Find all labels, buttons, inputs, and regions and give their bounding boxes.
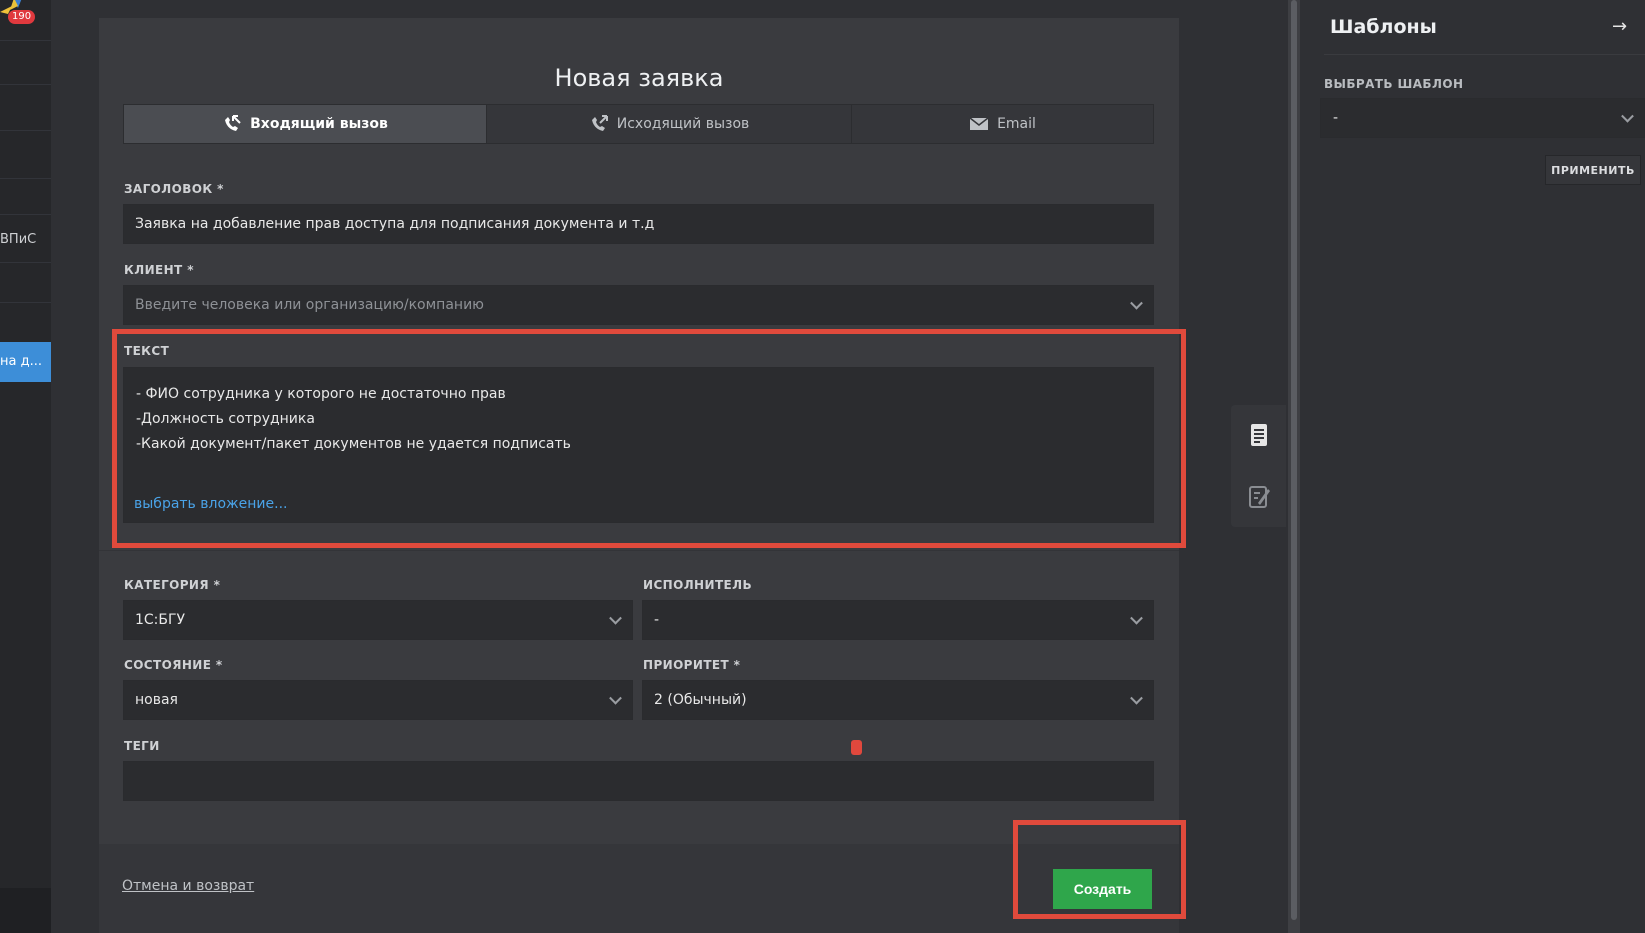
- title-field-label: ЗАГОЛОВОК *: [124, 182, 224, 196]
- highlight-box-text: [112, 329, 1186, 548]
- app-logo[interactable]: 190: [0, 0, 38, 30]
- title-input-value: Заявка на добавление прав доступа для по…: [135, 216, 655, 232]
- state-value: новая: [135, 692, 178, 708]
- scrollbar-thumb[interactable]: [1291, 0, 1297, 920]
- divider: [0, 262, 51, 263]
- page-title: Новая заявка: [554, 64, 724, 92]
- chevron-down-icon: [1130, 296, 1143, 310]
- notification-badge: 190: [8, 10, 36, 24]
- category-field-label: КАТЕГОРИЯ *: [124, 578, 221, 592]
- cancel-link[interactable]: Отмена и возврат: [122, 878, 254, 894]
- executor-field-label: ИСПОЛНИТЕЛЬ: [643, 578, 753, 592]
- chevron-down-icon: [609, 691, 622, 705]
- tab-label: Email: [997, 116, 1036, 132]
- document-icon[interactable]: [1246, 422, 1272, 448]
- divider: [0, 84, 51, 85]
- left-sidebar: 190 ВПиС на д...: [0, 0, 51, 933]
- client-select[interactable]: Введите человека или организацию/компани…: [123, 285, 1154, 325]
- sidebar-item-active[interactable]: на д...: [0, 342, 51, 382]
- divider: [0, 178, 51, 179]
- arrow-right-icon[interactable]: →: [1612, 16, 1627, 37]
- chevron-down-icon: [1621, 109, 1634, 123]
- side-toolbar: [1231, 405, 1286, 527]
- tab-incoming-call[interactable]: Входящий вызов: [124, 105, 487, 143]
- chevron-down-icon: [1130, 611, 1143, 625]
- section-divider: [99, 550, 1179, 551]
- templates-title: Шаблоны: [1330, 16, 1437, 38]
- sidebar-footer: [0, 888, 51, 933]
- state-select[interactable]: новая: [123, 680, 633, 720]
- cursor-marker: [851, 740, 862, 755]
- tab-email[interactable]: Email: [852, 105, 1153, 143]
- panel-splitter[interactable]: [1288, 0, 1300, 933]
- title-input[interactable]: Заявка на добавление прав доступа для по…: [123, 204, 1154, 244]
- executor-value: -: [654, 612, 660, 628]
- divider: [0, 302, 51, 303]
- templates-panel: Шаблоны → ВЫБРАТЬ ШАБЛОН - ПРИМЕНИТЬ: [1304, 0, 1645, 933]
- divider: [1324, 54, 1645, 55]
- tags-field-label: ТЕГИ: [124, 739, 160, 753]
- executor-select[interactable]: -: [642, 600, 1154, 640]
- divider: [0, 40, 51, 41]
- edit-note-icon[interactable]: [1246, 483, 1272, 509]
- tab-bar: Входящий вызов Исходящий вызов Email: [123, 104, 1154, 144]
- tags-input[interactable]: [123, 761, 1154, 801]
- divider: [0, 130, 51, 131]
- priority-select[interactable]: 2 (Обычный): [642, 680, 1154, 720]
- tab-label: Исходящий вызов: [616, 116, 750, 132]
- sidebar-item-label[interactable]: ВПиС: [0, 232, 36, 247]
- tab-label: Входящий вызов: [250, 116, 388, 132]
- template-select[interactable]: -: [1320, 98, 1645, 138]
- tab-outgoing-call[interactable]: Исходящий вызов: [487, 105, 852, 143]
- divider: [0, 214, 51, 215]
- category-select[interactable]: 1С:БГУ: [123, 600, 633, 640]
- priority-value: 2 (Обычный): [654, 692, 747, 708]
- outgoing-call-icon: [591, 115, 608, 131]
- client-placeholder: Введите человека или организацию/компани…: [135, 297, 484, 313]
- state-field-label: СОСТОЯНИЕ *: [124, 658, 223, 672]
- template-select-label: ВЫБРАТЬ ШАБЛОН: [1324, 77, 1464, 91]
- client-field-label: КЛИЕНТ *: [124, 263, 194, 277]
- priority-field-label: ПРИОРИТЕТ *: [643, 658, 741, 672]
- template-select-value: -: [1333, 110, 1339, 126]
- incoming-call-icon: [225, 115, 241, 131]
- apply-template-button[interactable]: ПРИМЕНИТЬ: [1545, 155, 1641, 185]
- highlight-box-create: [1013, 820, 1186, 919]
- category-value: 1С:БГУ: [135, 612, 186, 628]
- email-icon: [969, 117, 989, 130]
- chevron-down-icon: [609, 611, 622, 625]
- chevron-down-icon: [1130, 691, 1143, 705]
